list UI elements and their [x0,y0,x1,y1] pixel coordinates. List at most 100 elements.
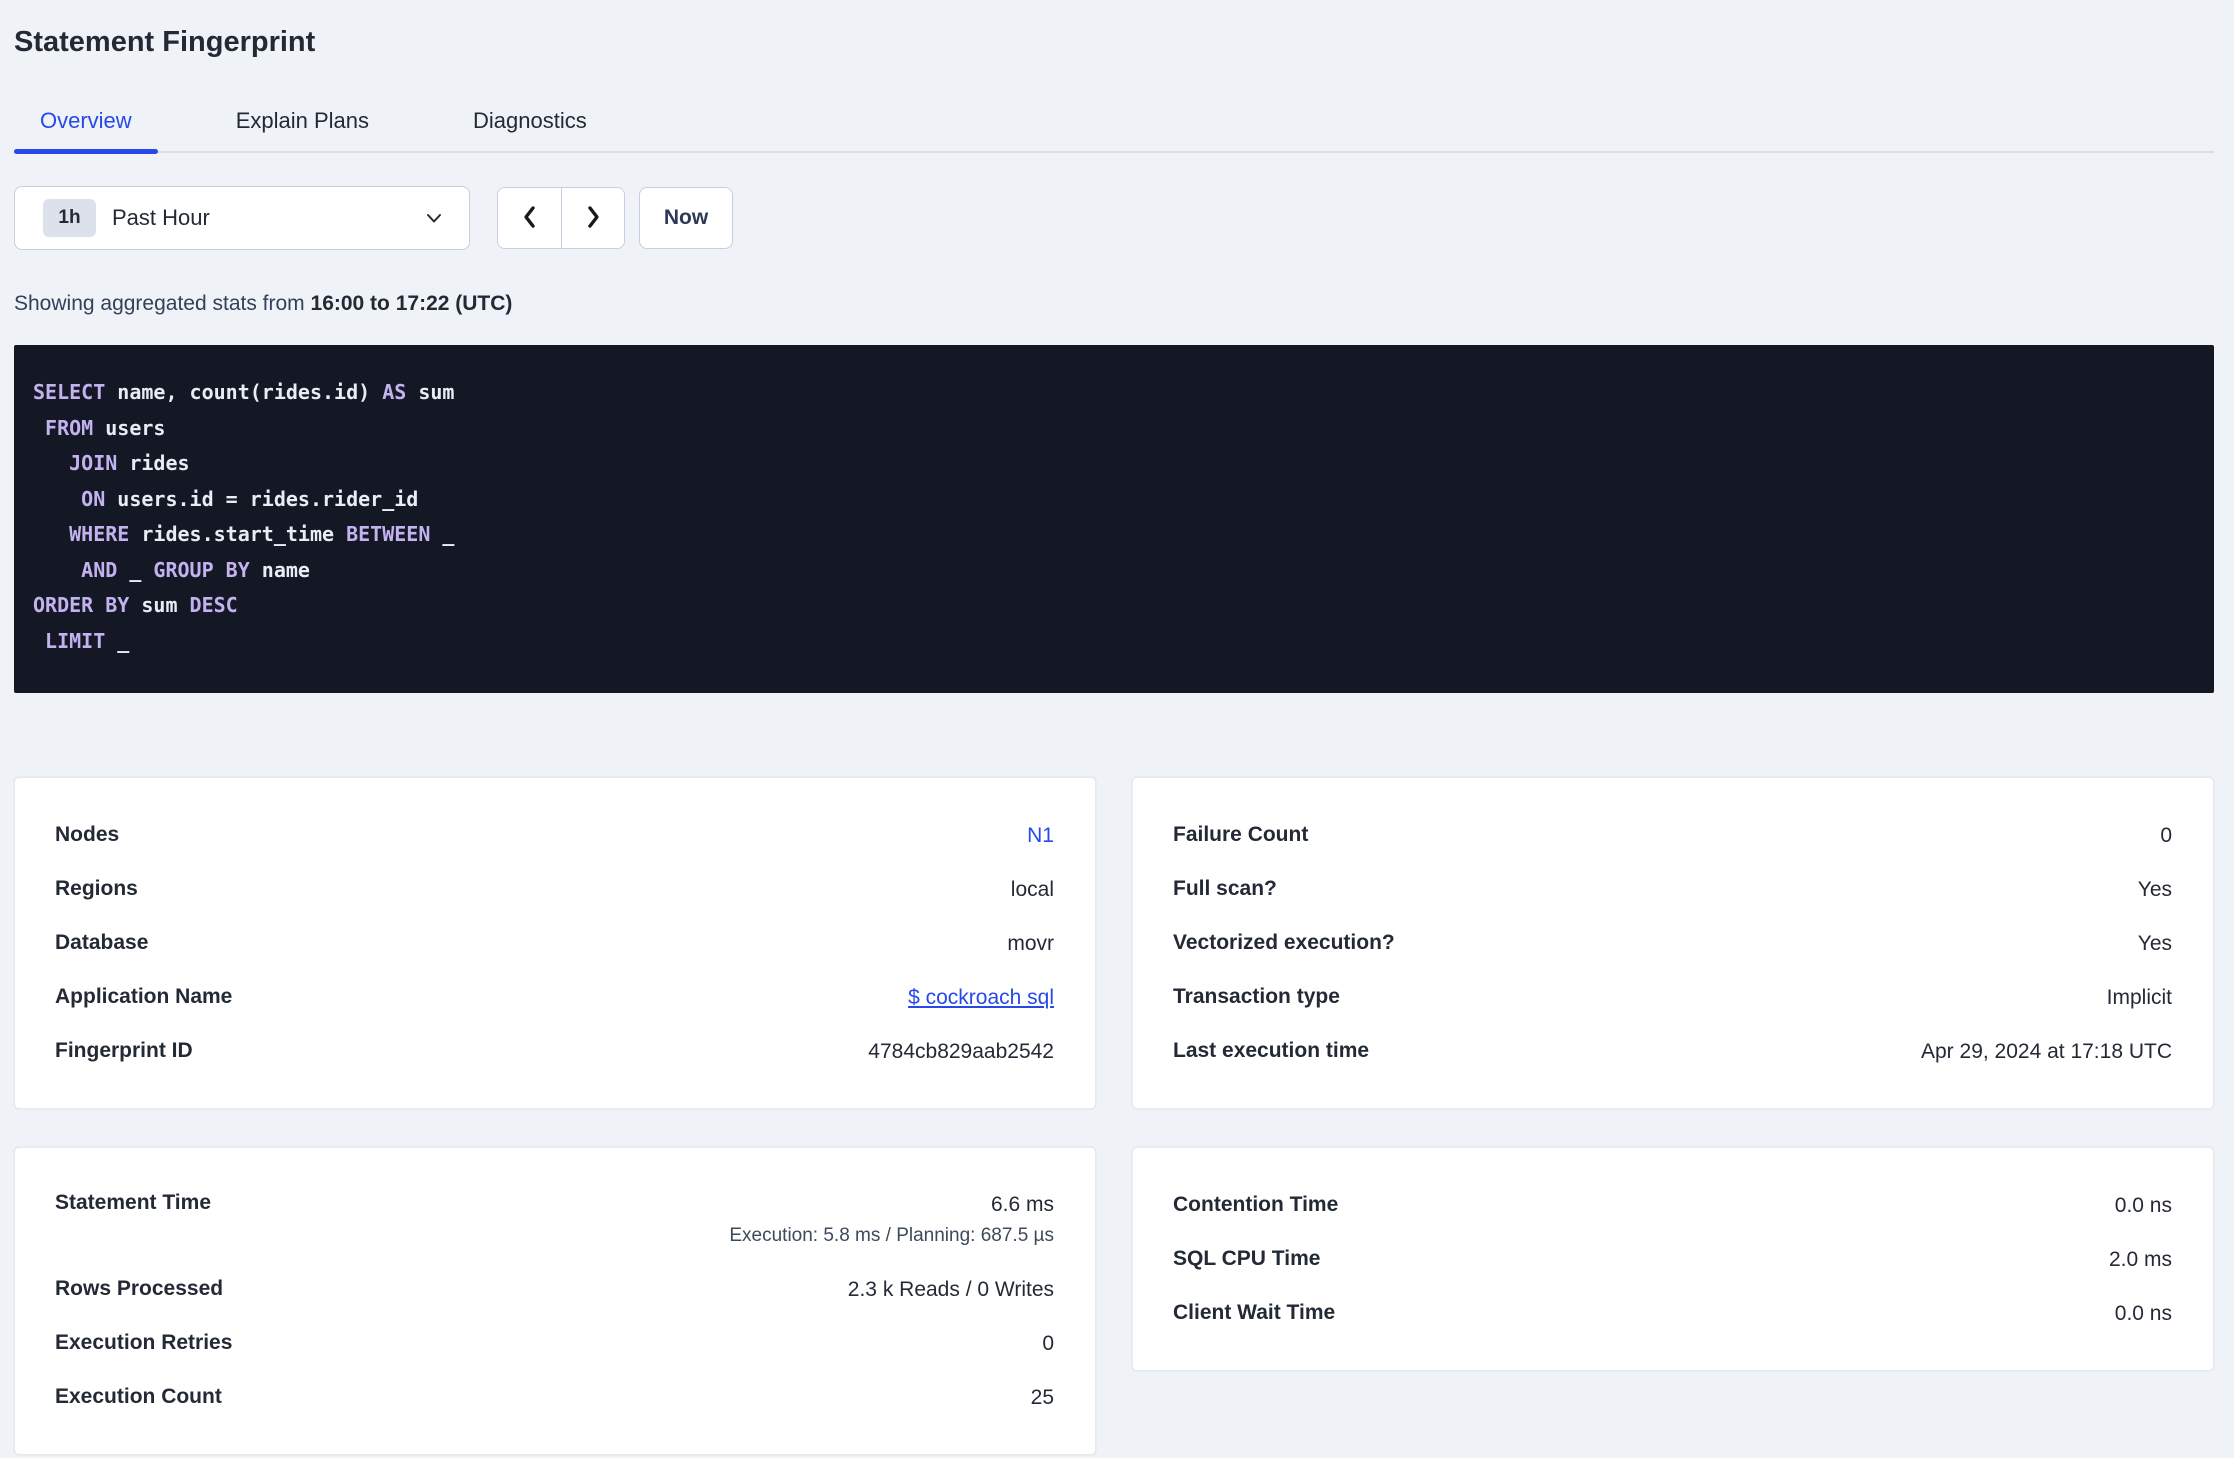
sql-keyword: WHERE [69,522,130,546]
sql-text: rides [117,451,190,475]
stat-value-group: $ cockroach sql [908,984,1054,1011]
sql-line: ON users.id = rides.rider_id [33,482,2194,518]
sql-keyword: AND [81,557,118,582]
stat-value-group: 0 [2160,822,2172,849]
stat-value-group: 4784cb829aab2542 [868,1038,1054,1065]
aggregated-stats-range: 16:00 to 17:22 (UTC) [310,292,513,315]
details-cards-row: Nodes N1 Regions local Database movr Applicati… [14,777,2214,1109]
stat-value-group: Yes [2138,876,2172,903]
stat-row: Execution Retries 0 [55,1316,1054,1370]
stat-label: Fingerprint ID [55,1039,193,1062]
chevron-down-icon [423,207,445,229]
chevron-left-icon [518,204,542,233]
aggregated-stats-line: Showing aggregated stats from 16:00 to 1… [14,291,2214,317]
time-range-badge: 1h [43,199,96,237]
stat-row: Full scan? Yes [1173,862,2172,916]
sql-keyword: AS [382,380,407,404]
stat-label: Transaction type [1173,985,1340,1008]
stat-value: Yes [2137,877,2172,901]
stat-value-group: 6.6 ms Execution: 5.8 ms / Planning: 687.… [729,1191,1054,1248]
stat-value-group: 0.0 ns [2115,1300,2172,1327]
stat-label: Statement Time [55,1191,211,1214]
stat-label: Full scan? [1173,877,1277,900]
stat-value: 25 [1030,1385,1054,1409]
sql-line: JOIN rides [33,446,2194,482]
stat-value: 4784cb829aab2542 [868,1039,1054,1063]
sql-line: AND _ GROUP BY name [33,553,2194,589]
sql-line: SELECT name, count(rides.id) AS sum [33,375,2194,411]
stat-label: Vectorized execution? [1173,931,1395,954]
aggregated-stats-prefix: Showing aggregated stats from [14,292,305,315]
stat-label: Application Name [55,985,233,1008]
stat-row: SQL CPU Time 2.0 ms [1173,1232,2172,1286]
sql-keyword: DESC [189,593,238,617]
sql-keyword: SELECT [33,380,106,404]
stat-value-group: 2.0 ms [2109,1246,2172,1273]
sql-text: sum [406,380,455,404]
sql-line: ORDER BY sum DESC [33,588,2194,624]
stat-row: Vectorized execution? Yes [1173,916,2172,970]
sql-keyword: BETWEEN [346,522,431,546]
interval-arrow-group [497,187,625,249]
sql-line: WHERE rides.start_time BETWEEN _ [33,517,2194,553]
sql-text: name, count(rides.id) [105,380,383,404]
tab-overview[interactable]: Overview [14,107,158,154]
time-range-dropdown[interactable]: 1h Past Hour [14,186,470,250]
sql-text: users.id = rides.rider_id [105,486,419,511]
stat-value-group: Apr 29, 2024 at 17:18 UTC [1921,1038,2172,1065]
stat-row: Client Wait Time 0.0 ns [1173,1286,2172,1340]
stat-label: Regions [55,877,138,900]
stat-value: 2.0 ms [2108,1247,2172,1271]
stat-value-group: Yes [2138,930,2172,957]
tab-bar: Overview Explain Plans Diagnostics [14,107,2214,154]
stat-label: Database [55,931,149,954]
chevron-right-icon [581,204,605,233]
stat-row: Statement Time 6.6 ms Execution: 5.8 ms / … [55,1178,1054,1262]
stat-value: 0 [1042,1331,1054,1355]
stat-label: Execution Count [55,1385,222,1408]
sql-statement-box: SELECT name, count(rides.id) AS sum FROM… [14,345,2214,693]
stat-label: Last execution time [1173,1039,1370,1062]
sql-keyword: FROM [45,415,94,440]
sql-keyword: ORDER BY [33,593,130,617]
stat-value-group: Implicit [2107,984,2172,1011]
stat-value: 0 [2160,823,2172,847]
sql-line: LIMIT _ [33,624,2194,660]
sql-text: users [93,415,166,440]
sql-text: sum [129,593,190,617]
next-interval-button[interactable] [561,188,624,248]
tab-explain-plans[interactable]: Explain Plans [210,107,395,151]
stat-value-group: movr [1007,930,1054,957]
previous-interval-button[interactable] [498,188,561,248]
stat-value-group: local [1011,876,1054,903]
sql-keyword: GROUP BY [153,557,250,582]
stat-row: Fingerprint ID 4784cb829aab2542 [55,1024,1054,1078]
stat-value-group: 25 [1031,1384,1054,1411]
tab-diagnostics[interactable]: Diagnostics [447,107,613,151]
stat-value-link[interactable]: N1 [1027,822,1054,849]
stat-row: Transaction type Implicit [1173,970,2172,1024]
stat-value-group: N1 [1027,822,1054,849]
stat-subvalue: Execution: 5.8 ms / Planning: 687.5 µs [729,1225,1054,1246]
sql-keyword: ON [81,486,106,511]
sql-text: _ [105,628,130,653]
sql-text: _ [430,522,455,546]
sql-keyword: LIMIT [45,628,106,653]
stat-value: Yes [2137,931,2172,955]
sql-statement-code: SELECT name, count(rides.id) AS sum FROM… [33,375,2194,659]
stat-label: Failure Count [1173,823,1309,846]
stat-row: Failure Count 0 [1173,808,2172,862]
stat-value: Apr 29, 2024 at 17:18 UTC [1921,1039,2172,1063]
time-range-label: Past Hour [112,205,210,230]
stat-value-link[interactable]: $ cockroach sql [908,984,1054,1011]
execution-attributes-card: Failure Count 0 Full scan? Yes Vectorized ex… [1132,777,2214,1109]
wait-times-card: Contention Time 0.0 ns SQL CPU Time 2.0 ms C… [1132,1147,2214,1371]
stat-value: movr [1007,931,1054,955]
stat-value: 6.6 ms [990,1193,1054,1216]
stat-value-group: 0.0 ns [2115,1192,2172,1219]
now-button[interactable]: Now [639,187,733,249]
